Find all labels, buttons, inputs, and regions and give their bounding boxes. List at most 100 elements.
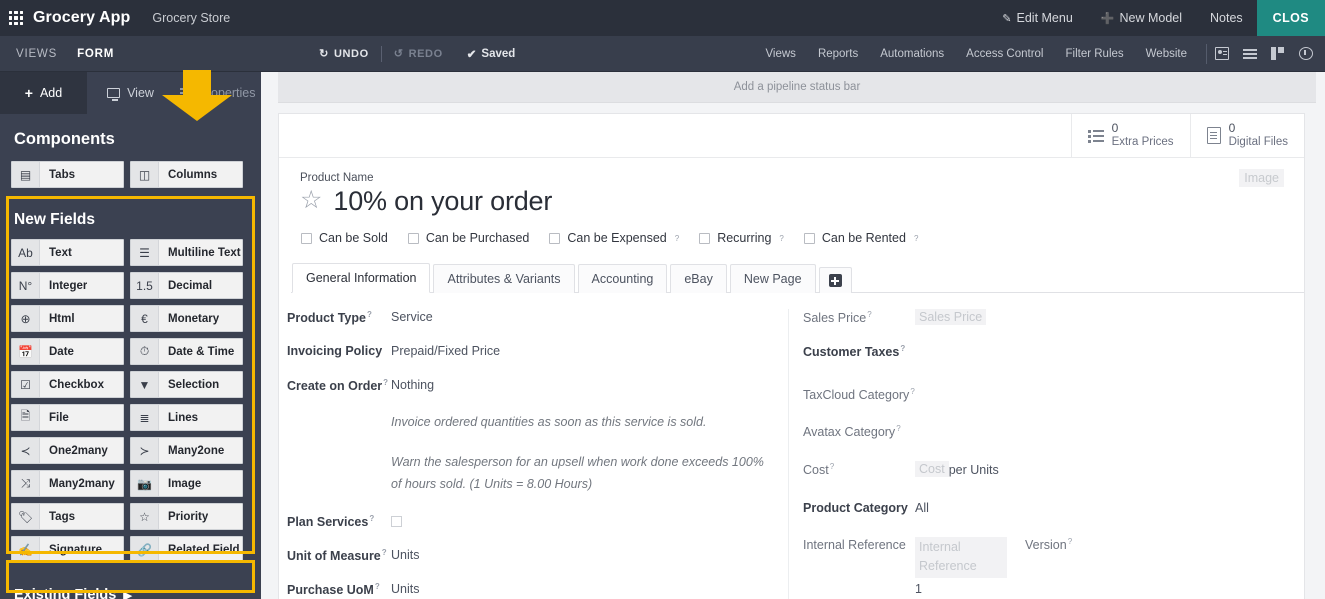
component-tabs[interactable]: ▤ Tabs [11, 161, 124, 188]
field-value[interactable]: Prepaid/Fixed Price [391, 343, 500, 358]
help-icon[interactable]: ? [867, 310, 871, 319]
form-segment[interactable]: FORM [67, 48, 124, 60]
field-customer-taxes: Customer Taxes? [803, 343, 1304, 360]
plan-services-checkbox[interactable] [391, 515, 402, 527]
tab-ebay[interactable]: eBay [670, 264, 727, 293]
checkbox-box[interactable] [301, 232, 312, 244]
cost-input[interactable]: Cost [915, 461, 949, 477]
subbar-link-views[interactable]: Views [754, 36, 806, 72]
new-field-many2many[interactable]: ⤨ Many2many [11, 470, 124, 497]
new-field-date-time[interactable]: ⏱ Date & Time [130, 338, 243, 365]
new-field-html[interactable]: ⊕ Html [11, 305, 124, 332]
edit-menu-button[interactable]: ✎ Edit Menu [988, 0, 1087, 36]
new-field-multiline-text[interactable]: ☰ Multiline Text [130, 239, 243, 266]
help-icon[interactable]: ? [369, 514, 374, 523]
notes-button[interactable]: Notes [1196, 0, 1257, 36]
new-field-file[interactable]: 🗎 File [11, 404, 124, 431]
field-value[interactable]: Units [391, 581, 419, 596]
add-tab-button[interactable] [818, 267, 852, 293]
checkbox-box[interactable] [803, 232, 815, 244]
close-button[interactable]: CLOS [1256, 0, 1325, 36]
sidebar-tab-add[interactable]: + Add [0, 72, 87, 114]
tab-attributes-variants[interactable]: Attributes & Variants [433, 264, 575, 293]
product-title[interactable]: 10% on your order [333, 186, 552, 217]
checkbox-can-be-sold[interactable]: Can be Sold [301, 231, 388, 245]
component-columns[interactable]: ◫ Columns [130, 161, 243, 188]
new-field-signature[interactable]: ✍ Signature [11, 536, 124, 563]
existing-fields-row[interactable]: Existing Fields ▶ [0, 581, 261, 599]
check-icon: ✔ [466, 48, 477, 61]
stat-button-extra-prices[interactable]: 0 Extra Prices [1070, 114, 1190, 157]
internal-reference-input[interactable]: Internal Reference [915, 537, 1007, 578]
help-icon[interactable]: ? [1068, 537, 1072, 546]
field-value[interactable]: All [915, 500, 929, 515]
stat-button-row: 0 Extra Prices 0 Digital Files [279, 114, 1304, 158]
help-icon[interactable]: ? [779, 234, 783, 243]
app-brand-title[interactable]: Grocery App [33, 9, 130, 27]
help-icon[interactable]: ? [375, 582, 380, 591]
field-value[interactable]: Service [391, 309, 433, 324]
views-segment[interactable]: VIEWS [6, 48, 67, 60]
checkbox-box[interactable] [699, 232, 711, 244]
new-model-button[interactable]: ➕ New Model [1087, 0, 1196, 36]
sidebar-tab-view[interactable]: View [87, 72, 174, 114]
undo-button[interactable]: ↻ UNDO [309, 47, 379, 61]
subbar-link-filter-rules[interactable]: Filter Rules [1055, 36, 1135, 72]
new-field-many2one[interactable]: ≻ Many2one [130, 437, 243, 464]
checkbox-recurring[interactable]: Recurring ? [699, 231, 784, 245]
plus-icon: + [24, 85, 33, 101]
tab-accounting[interactable]: Accounting [577, 264, 668, 293]
new-field-lines[interactable]: ≣ Lines [130, 404, 243, 431]
tab-new-page[interactable]: New Page [729, 264, 816, 293]
id-card-icon[interactable] [1215, 47, 1229, 60]
help-icon[interactable]: ? [900, 344, 905, 353]
breadcrumb[interactable]: Grocery Store [152, 11, 230, 25]
field-label-empty [287, 451, 391, 452]
checkbox-box[interactable] [407, 232, 419, 244]
new-field-text[interactable]: Ab Text [11, 239, 124, 266]
new-field-one2many[interactable]: ≺ One2many [11, 437, 124, 464]
help-icon[interactable]: ? [896, 424, 900, 433]
help-icon[interactable]: ? [367, 310, 372, 319]
help-icon[interactable]: ? [675, 234, 679, 243]
checkbox-can-be-purchased[interactable]: Can be Purchased [407, 231, 529, 245]
new-field-decimal[interactable]: 1.5 Decimal [130, 272, 243, 299]
image-placeholder[interactable]: Image [1239, 169, 1284, 187]
new-field-monetary[interactable]: € Monetary [130, 305, 243, 332]
new-field-related-field[interactable]: 🔗 Related Field [130, 536, 243, 563]
clock-icon[interactable] [1299, 47, 1313, 60]
field-value[interactable]: Nothing [391, 377, 434, 392]
checkbox-can-be-expensed[interactable]: Can be Expensed ? [549, 231, 679, 245]
sidebar-tab-properties[interactable]: Properties [174, 72, 261, 114]
subbar-link-reports[interactable]: Reports [807, 36, 869, 72]
checkbox-can-be-rented[interactable]: Can be Rented ? [803, 231, 918, 245]
list-view-icon[interactable] [1243, 47, 1257, 60]
subbar-link-automations[interactable]: Automations [869, 36, 955, 72]
checkbox-box[interactable] [549, 232, 561, 244]
new-field-tags[interactable]: 🏷 Tags [11, 503, 124, 530]
pipeline-status-placeholder[interactable]: Add a pipeline status bar [278, 72, 1316, 103]
new-field-integer[interactable]: N° Integer [11, 272, 124, 299]
help-icon[interactable]: ? [914, 234, 918, 243]
help-icon[interactable]: ? [830, 462, 834, 471]
new-field-date[interactable]: 📅 Date [11, 338, 124, 365]
stat-button-digital-files[interactable]: 0 Digital Files [1189, 114, 1304, 157]
new-field-image[interactable]: 📷 Image [130, 470, 243, 497]
star-outline-icon[interactable]: ☆ [300, 187, 322, 213]
kanban-icon[interactable] [1271, 47, 1285, 60]
redo-button[interactable]: ↺ REDO [384, 47, 453, 61]
tab-general-information[interactable]: General Information [292, 263, 431, 293]
new-field-selection[interactable]: ▼ Selection [130, 371, 243, 398]
subbar-link-website[interactable]: Website [1135, 36, 1198, 72]
help-icon[interactable]: ? [910, 387, 914, 396]
version-value[interactable]: 1 [915, 581, 922, 596]
help-icon[interactable]: ? [382, 548, 387, 557]
apps-grid-icon[interactable] [9, 11, 23, 25]
sales-price-input[interactable]: Sales Price [915, 309, 987, 325]
new-field-checkbox[interactable]: ☑ Checkbox [11, 371, 124, 398]
product-flags-row: Can be Sold Can be Purchased Can be Expe… [301, 231, 1284, 245]
help-icon[interactable]: ? [383, 378, 388, 387]
subbar-link-access-control[interactable]: Access Control [955, 36, 1054, 72]
new-field-priority[interactable]: ☆ Priority [130, 503, 243, 530]
field-value[interactable]: Units [391, 547, 419, 562]
